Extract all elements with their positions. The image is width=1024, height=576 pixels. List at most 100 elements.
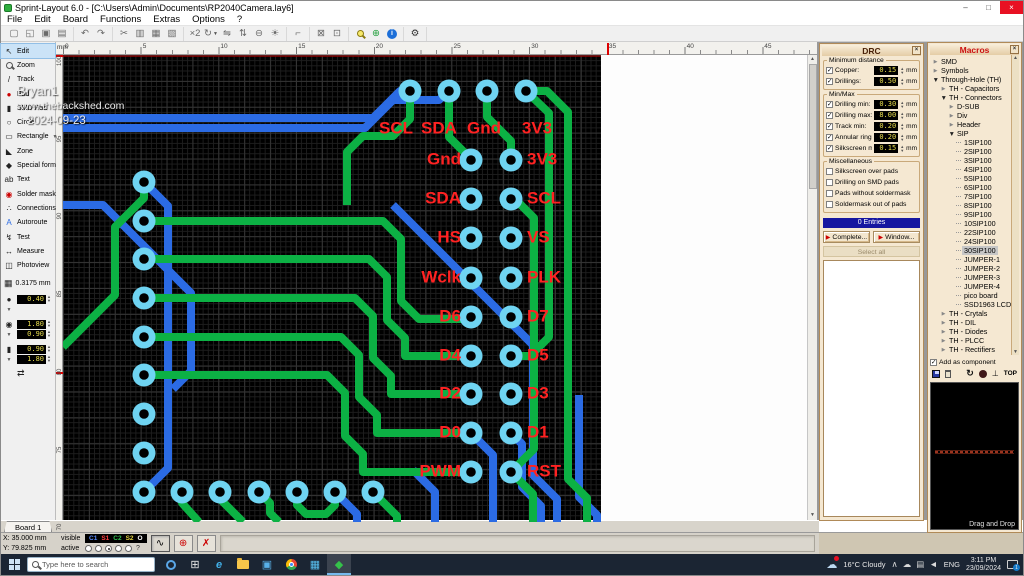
pcb-label[interactable]: HS (437, 227, 461, 246)
pcb-label[interactable]: D1 (527, 422, 549, 441)
checkbox[interactable]: ✓ (826, 123, 833, 130)
scrollbar-thumb[interactable] (809, 64, 817, 189)
taskbar-search-input[interactable]: Type here to search (27, 557, 155, 572)
macro-tree-item[interactable]: ▶Div (932, 111, 1010, 120)
drc-complete-button[interactable]: ▶Complete... (823, 231, 870, 243)
expand-icon[interactable]: ▶ (932, 59, 939, 65)
checkbox[interactable]: ✓ (826, 78, 833, 85)
macro-tree-item[interactable]: 4SIP100 (932, 165, 1010, 174)
menu-edit[interactable]: Edit (28, 14, 56, 25)
pcb-label[interactable]: D6 (439, 306, 461, 325)
macro-preview[interactable]: Drag and Drop (930, 382, 1019, 530)
brightness-icon[interactable]: ☀ (267, 27, 283, 41)
open-icon[interactable]: ◱ (22, 27, 38, 41)
drc-value-field[interactable]: 0.30 (874, 100, 898, 109)
rotate-icon[interactable]: ↻▼ (203, 27, 219, 41)
layer-help[interactable]: ? (134, 545, 142, 552)
collapse-icon[interactable]: ▶ (933, 76, 939, 83)
expand-icon[interactable]: ▶ (948, 104, 955, 110)
drc-window-button[interactable]: ▶Window... (873, 231, 920, 243)
collapse-icon[interactable]: ▶ (949, 130, 955, 137)
macro-tree-item[interactable]: ▶D-SUB (932, 102, 1010, 111)
active-layer-radio-o[interactable] (125, 545, 132, 552)
pcb-trace-copper-bottom[interactable] (63, 91, 410, 118)
layer-chip-c2[interactable]: C2 (113, 535, 121, 542)
expand-icon[interactable]: ▶ (940, 338, 947, 344)
grid-button[interactable]: ▦0.3175 mm (1, 278, 55, 290)
checkbox[interactable]: ✓ (826, 67, 833, 74)
macro-tree-item[interactable]: JUMPER-4 (932, 282, 1010, 291)
delete-icon[interactable]: ▧ (164, 27, 180, 41)
pcb-label[interactable]: D0 (439, 422, 461, 441)
macro-tree-item[interactable]: ▶TH - Crytals (932, 309, 1010, 318)
pcb-label[interactable]: PLK (527, 267, 562, 286)
spinner[interactable]: ▲▼ (47, 355, 51, 364)
expand-icon[interactable]: ▶ (948, 122, 955, 128)
macro-tree-item[interactable]: ▶Through-Hole (TH) (932, 75, 1010, 84)
track-width-field[interactable]: 0.40 (17, 295, 46, 304)
track-mode-button[interactable]: ∿ (151, 535, 170, 552)
pcb-label[interactable]: SDA (421, 118, 457, 137)
macros-tree-scrollbar[interactable]: ▲▼ (1011, 55, 1019, 355)
task-view-icon[interactable]: ⊞ (183, 554, 207, 575)
drc-entries-bar[interactable]: 0 Entries (823, 218, 920, 228)
pcb-label[interactable]: D7 (527, 306, 549, 325)
macro-tree-item[interactable]: 8SIP100 (932, 201, 1010, 210)
macro-tree-item[interactable]: SSD1963 LCD (932, 300, 1010, 309)
smd-height-field[interactable]: 1.80 (17, 355, 46, 364)
layer-visibility-chips[interactable]: C1S1C2S2O (85, 534, 147, 543)
redo-icon[interactable]: ↷ (93, 27, 109, 41)
expand-icon[interactable]: ▶ (940, 329, 947, 335)
lock-icon[interactable]: ⊠ (313, 27, 329, 41)
macro-tree-item[interactable]: pico board (932, 291, 1010, 300)
checkbox[interactable] (826, 168, 833, 175)
edge-icon[interactable]: e (207, 554, 231, 575)
pcb-trace-copper-top[interactable] (144, 375, 467, 472)
pcb-label[interactable]: SCL (527, 188, 561, 207)
drc-value-field[interactable]: 0.20 (874, 133, 898, 142)
weather-text[interactable]: 16°C Cloudy (843, 560, 885, 569)
macro-tree-item[interactable]: 22SIP100 (932, 228, 1010, 237)
tool-edit[interactable]: ↖Edit (1, 44, 55, 58)
snap-crosshair-button[interactable]: ⊕ (174, 535, 193, 552)
store-icon[interactable]: ▣ (255, 554, 279, 575)
swap-values-icon[interactable]: ⇄ (1, 368, 55, 379)
scroll-up-icon[interactable]: ▲ (1013, 55, 1018, 61)
checkbox[interactable]: ✓ (826, 112, 833, 119)
minimize-button[interactable]: – (954, 1, 977, 14)
expand-icon[interactable]: ▶ (940, 311, 947, 317)
mirror-horizontal-icon[interactable]: ⇋ (219, 27, 235, 41)
pcb-label[interactable]: VS (527, 227, 550, 246)
maximize-button[interactable]: □ (977, 1, 1000, 14)
smd-width-field[interactable]: 0.90 (17, 345, 46, 354)
macro-tree-item[interactable]: ▶Symbols (932, 66, 1010, 75)
expand-icon[interactable]: ▶ (932, 68, 939, 74)
macro-tree-item[interactable]: 9SIP100 (932, 210, 1010, 219)
pad-outer-field[interactable]: 1.80 (17, 320, 46, 329)
tool-text[interactable]: abText (1, 173, 55, 187)
cortana-icon[interactable] (159, 554, 183, 575)
scroll-down-icon[interactable]: ▼ (1013, 349, 1018, 355)
pad-drill-field[interactable]: 0.90 (17, 330, 46, 339)
macro-tree-item[interactable]: 2SIP100 (932, 147, 1010, 156)
delete-mode-button[interactable]: ✗ (197, 535, 216, 552)
spinner[interactable]: ▲▼ (47, 295, 51, 304)
pcb-label[interactable]: PWM (419, 461, 461, 480)
tray-chevron-icon[interactable]: ∧ (892, 559, 898, 570)
vertical-scrollbar[interactable]: ▲ ▼ (807, 55, 817, 520)
layer-chip-o[interactable]: O (138, 535, 143, 542)
macro-tree-item[interactable]: ▶TH - Rectifiers (932, 345, 1010, 354)
tool-autoroute[interactable]: AAutoroute (1, 216, 55, 230)
drc-value-field[interactable]: 0.50 (874, 77, 898, 86)
tool-rectangle[interactable]: ▭Rectangle▼ (1, 130, 55, 144)
pcb-label[interactable]: SCL (379, 118, 413, 137)
macro-tree-item[interactable]: 3SIP100 (932, 156, 1010, 165)
expand-icon[interactable]: ▶ (940, 320, 947, 326)
chrome-icon[interactable] (279, 554, 303, 575)
align-icon[interactable]: ⊖ (251, 27, 267, 41)
save-macro-icon[interactable] (932, 370, 940, 378)
onedrive-icon[interactable]: ☁ (903, 559, 912, 570)
pcb-label[interactable]: RST (527, 461, 562, 480)
macro-tree-item[interactable]: ▶TH - Capacitors (932, 84, 1010, 93)
tool-circle[interactable]: ○Circle (1, 115, 55, 129)
